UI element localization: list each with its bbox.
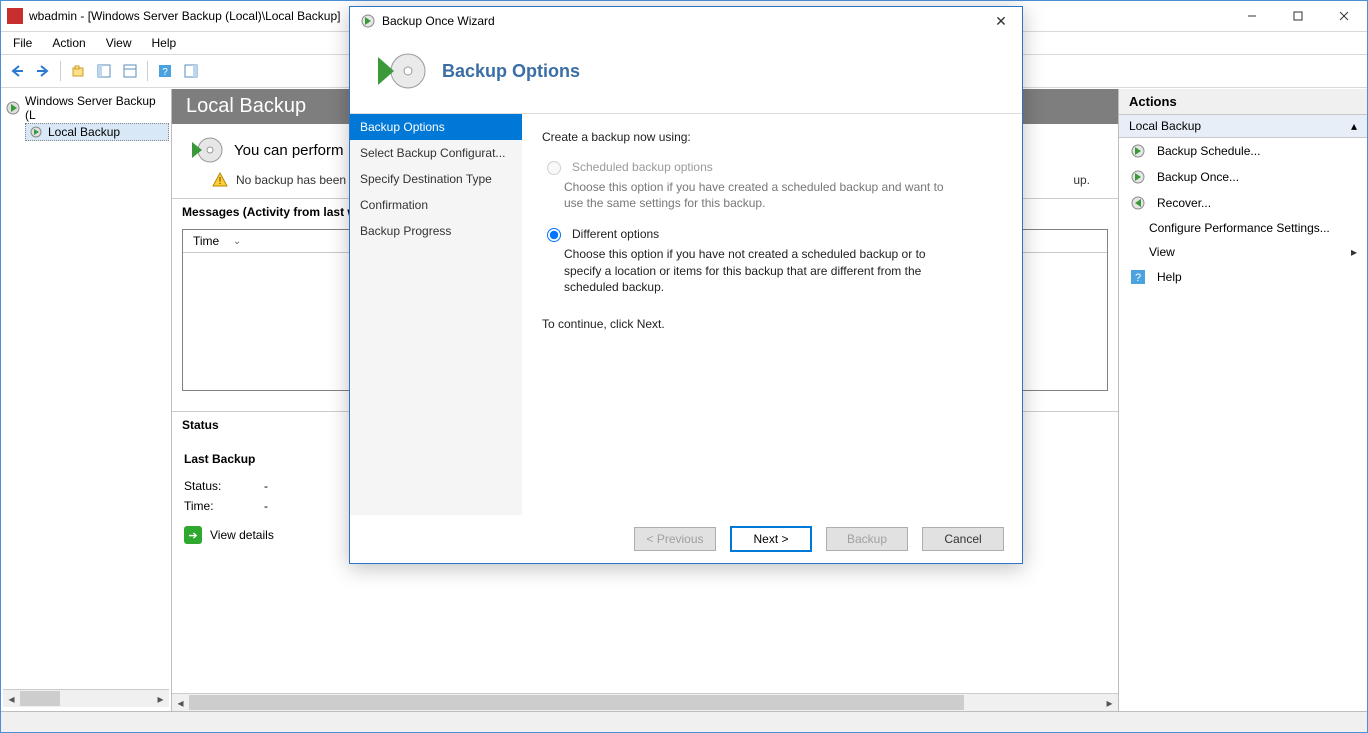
step-backup-progress[interactable]: Backup Progress bbox=[350, 218, 522, 244]
previous-button: < Previous bbox=[634, 527, 716, 551]
svg-text:?: ? bbox=[1135, 272, 1141, 284]
wizard-steps: Backup Options Select Backup Configurat.… bbox=[350, 114, 522, 515]
tree-child-label: Local Backup bbox=[48, 125, 120, 139]
status-label: Status: bbox=[184, 479, 234, 493]
chevron-right-icon: ▸ bbox=[1351, 245, 1357, 259]
warn-tail: up. bbox=[1073, 173, 1090, 187]
view-details-label: View details bbox=[210, 528, 274, 542]
cancel-button[interactable]: Cancel bbox=[922, 527, 1004, 551]
action-label: Help bbox=[1157, 270, 1182, 284]
refresh-button[interactable] bbox=[179, 59, 203, 83]
action-label: Recover... bbox=[1157, 196, 1211, 210]
status-value: - bbox=[264, 479, 268, 493]
statusbar bbox=[1, 711, 1367, 732]
scroll-left-icon[interactable]: ◂ bbox=[172, 695, 189, 710]
radio-scheduled-label: Scheduled backup options bbox=[572, 160, 713, 174]
up-button[interactable] bbox=[66, 59, 90, 83]
step-destination-type[interactable]: Specify Destination Type bbox=[350, 166, 522, 192]
tree-child-local-backup[interactable]: Local Backup bbox=[25, 123, 169, 141]
help-button[interactable]: ? bbox=[153, 59, 177, 83]
once-icon bbox=[1129, 169, 1147, 185]
toolbar-separator bbox=[60, 61, 61, 81]
action-backup-schedule[interactable]: Backup Schedule... bbox=[1119, 138, 1367, 164]
dialog-titlebar: Backup Once Wizard ✕ bbox=[350, 7, 1022, 35]
menu-action[interactable]: Action bbox=[44, 34, 93, 52]
sort-indicator-icon: ⌄ bbox=[233, 236, 241, 247]
properties-button[interactable] bbox=[118, 59, 142, 83]
action-view[interactable]: View ▸ bbox=[1119, 240, 1367, 264]
help-icon: ? bbox=[1129, 269, 1147, 285]
svg-text:?: ? bbox=[162, 67, 168, 78]
actions-group-label: Local Backup bbox=[1129, 119, 1201, 133]
local-backup-icon bbox=[28, 124, 44, 140]
recover-icon bbox=[1129, 195, 1147, 211]
center-hscrollbar[interactable]: ◂ ▸ bbox=[172, 693, 1118, 711]
actions-title: Actions bbox=[1119, 89, 1367, 115]
action-label: Backup Once... bbox=[1157, 170, 1239, 184]
dialog-buttons: < Previous Next > Backup Cancel bbox=[350, 515, 1022, 563]
step-confirmation[interactable]: Confirmation bbox=[350, 192, 522, 218]
collapse-icon: ▴ bbox=[1351, 119, 1357, 133]
warning-icon: ! bbox=[212, 172, 228, 188]
action-configure-performance[interactable]: Configure Performance Settings... bbox=[1119, 216, 1367, 240]
show-hide-tree-button[interactable] bbox=[92, 59, 116, 83]
radio-different-input[interactable] bbox=[547, 228, 561, 242]
step-select-config[interactable]: Select Backup Configurat... bbox=[350, 140, 522, 166]
step-backup-options[interactable]: Backup Options bbox=[350, 114, 522, 140]
tree-hscrollbar[interactable]: ◂ ▸ bbox=[3, 689, 169, 707]
time-label: Time: bbox=[184, 499, 234, 513]
backup-once-wizard-dialog: Backup Once Wizard ✕ Backup Options Back… bbox=[349, 6, 1023, 564]
forward-button[interactable] bbox=[31, 59, 55, 83]
radio-different-options[interactable]: Different options bbox=[542, 225, 1002, 242]
radio-different-desc: Choose this option if you have not creat… bbox=[564, 246, 944, 295]
action-label: Backup Schedule... bbox=[1157, 144, 1260, 158]
menu-help[interactable]: Help bbox=[144, 34, 185, 52]
schedule-icon bbox=[1129, 143, 1147, 159]
radio-scheduled-options: Scheduled backup options bbox=[542, 158, 1002, 175]
action-label: View bbox=[1149, 245, 1175, 259]
dialog-heading: Backup Options bbox=[442, 61, 580, 82]
actions-group-header[interactable]: Local Backup ▴ bbox=[1119, 115, 1367, 138]
col-time[interactable]: Time ⌄ bbox=[183, 230, 247, 252]
tree-pane: Windows Server Backup (L Local Backup ◂ … bbox=[1, 89, 172, 711]
intro-text: Create a backup now using: bbox=[542, 130, 1002, 144]
wizard-icon bbox=[360, 13, 376, 29]
tree-root-label: Windows Server Backup (L bbox=[25, 94, 167, 122]
next-button[interactable]: Next > bbox=[730, 526, 812, 552]
scroll-left-icon[interactable]: ◂ bbox=[3, 691, 20, 706]
app-icon bbox=[7, 8, 23, 24]
radio-different-label: Different options bbox=[572, 227, 659, 241]
server-backup-icon bbox=[5, 100, 21, 116]
svg-text:!: ! bbox=[219, 176, 222, 187]
backup-button: Backup bbox=[826, 527, 908, 551]
action-backup-once[interactable]: Backup Once... bbox=[1119, 164, 1367, 190]
action-label: Configure Performance Settings... bbox=[1149, 221, 1330, 235]
dialog-title: Backup Once Wizard bbox=[382, 14, 984, 28]
close-button[interactable] bbox=[1321, 1, 1367, 31]
radio-scheduled-input bbox=[547, 161, 561, 175]
radio-scheduled-desc: Choose this option if you have created a… bbox=[564, 179, 944, 211]
actions-pane: Actions Local Backup ▴ Backup Schedule...… bbox=[1118, 89, 1367, 711]
warn-text: No backup has been co bbox=[236, 173, 362, 187]
col-time-label: Time bbox=[193, 234, 219, 248]
action-recover[interactable]: Recover... bbox=[1119, 190, 1367, 216]
backup-media-icon bbox=[374, 49, 426, 93]
perform-text: You can perform bbox=[234, 142, 344, 159]
dialog-content: Create a backup now using: Scheduled bac… bbox=[522, 114, 1022, 515]
backup-media-icon bbox=[188, 136, 224, 164]
toolbar-separator bbox=[147, 61, 148, 81]
scroll-right-icon[interactable]: ▸ bbox=[1101, 695, 1118, 710]
minimize-button[interactable] bbox=[1229, 1, 1275, 31]
continue-text: To continue, click Next. bbox=[542, 317, 1002, 331]
maximize-button[interactable] bbox=[1275, 1, 1321, 31]
scroll-right-icon[interactable]: ▸ bbox=[152, 691, 169, 706]
back-button[interactable] bbox=[5, 59, 29, 83]
dialog-close-button[interactable]: ✕ bbox=[984, 10, 1018, 32]
menu-view[interactable]: View bbox=[98, 34, 140, 52]
arrow-right-icon: ➔ bbox=[184, 526, 202, 544]
action-help[interactable]: ? Help bbox=[1119, 264, 1367, 290]
time-value: - bbox=[264, 499, 268, 513]
tree-root[interactable]: Windows Server Backup (L bbox=[3, 93, 169, 123]
menu-file[interactable]: File bbox=[5, 34, 40, 52]
